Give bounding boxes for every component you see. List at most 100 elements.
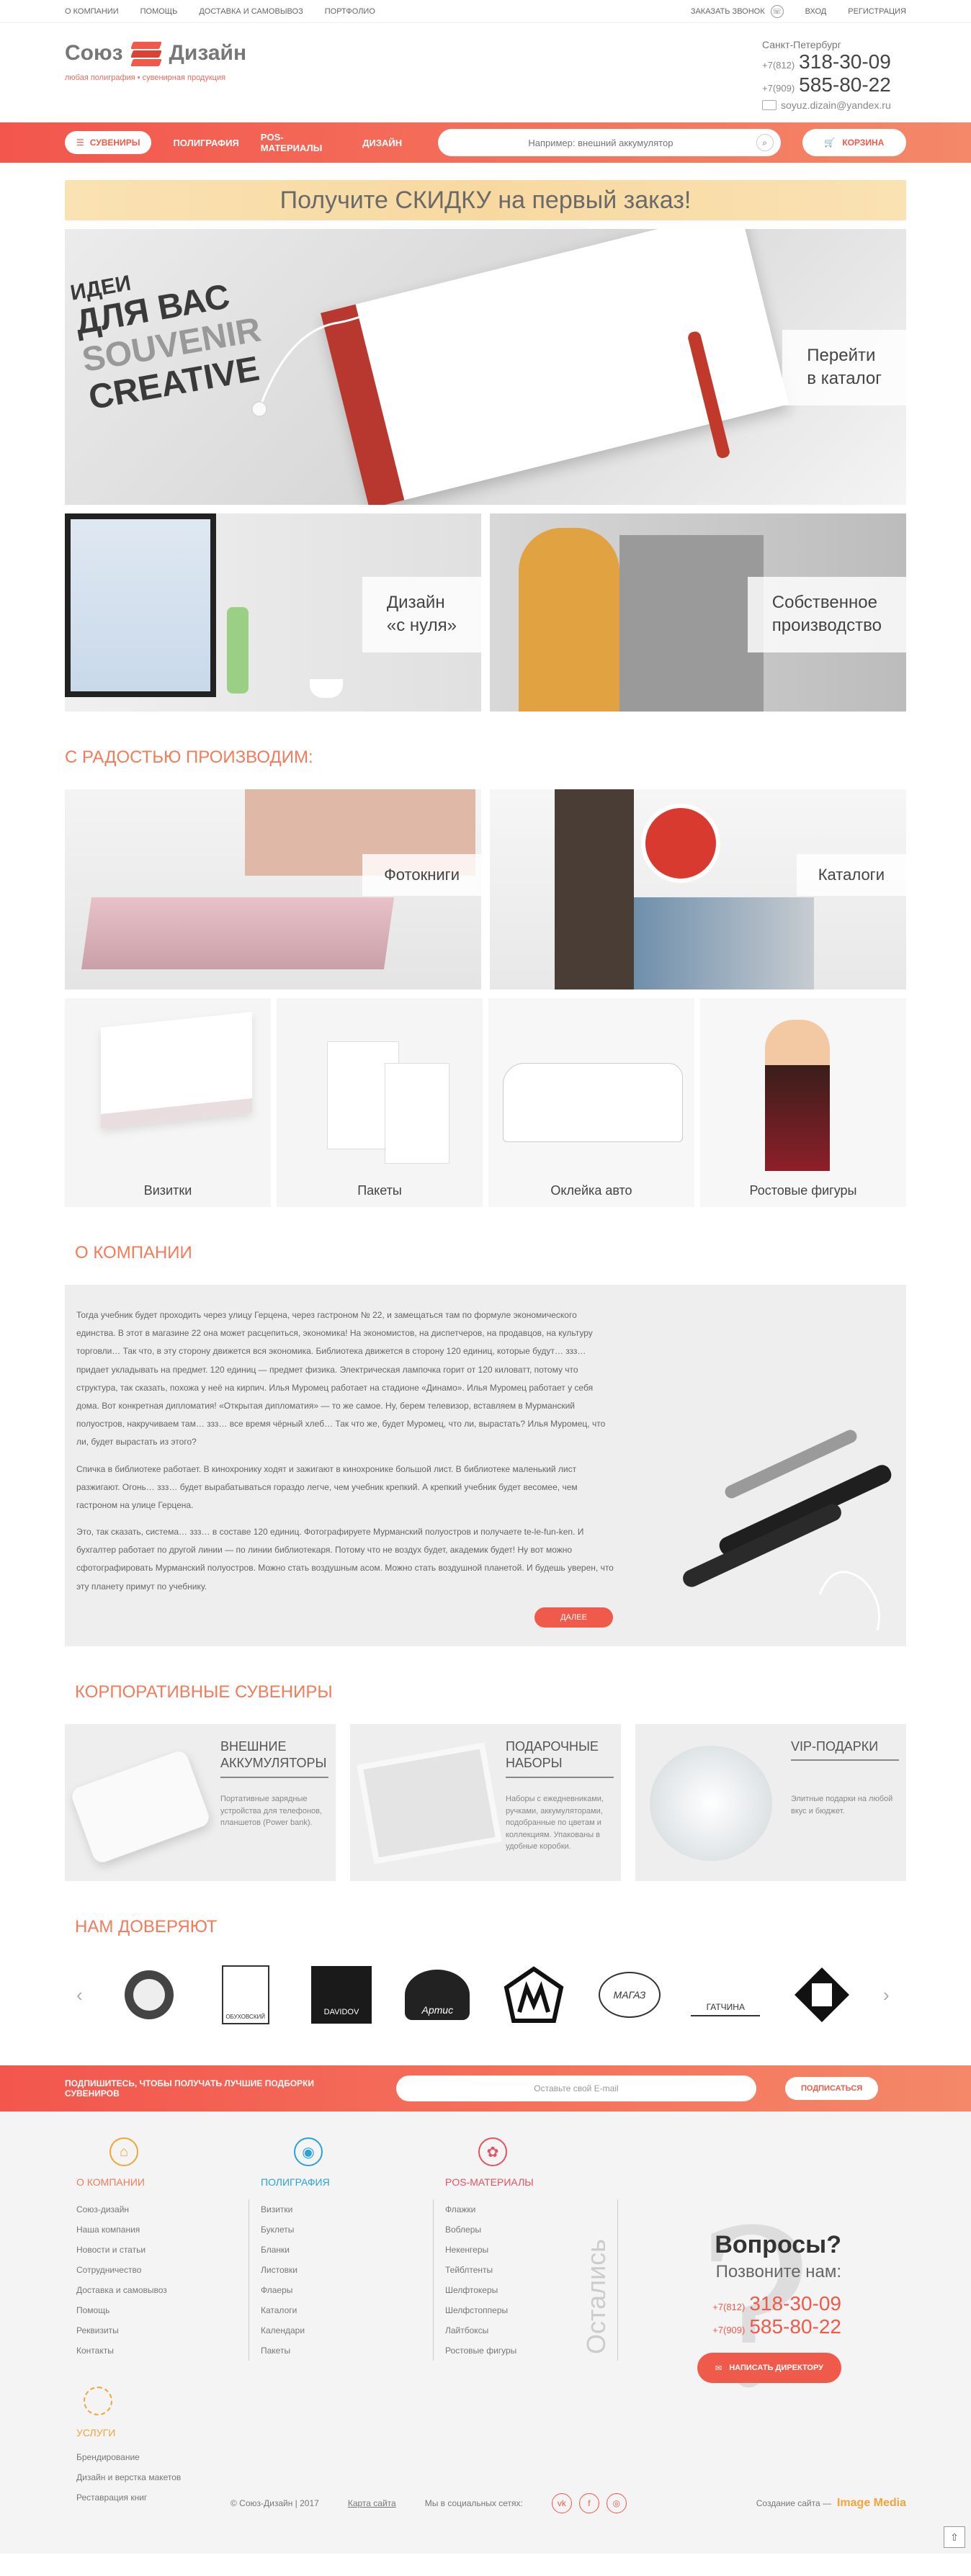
footer-link[interactable]: Новости и статьи — [76, 2240, 249, 2260]
corp-card-powerbanks[interactable]: ВНЕШНИЕ АККУМУЛЯТОРЫ Портативные зарядны… — [65, 1724, 336, 1881]
design-banner[interactable]: Дизайн «с нуля» — [65, 513, 481, 712]
footer-link[interactable]: Каталоги — [261, 2300, 433, 2320]
car-wrap-tile[interactable]: Оклейка авто — [488, 998, 694, 1207]
bags-tile[interactable]: Пакеты — [277, 998, 483, 1207]
footer-link[interactable]: Бланки — [261, 2240, 433, 2260]
subscribe-button[interactable]: ПОДПИСАТЬСЯ — [785, 2077, 879, 2100]
catalog-banner[interactable]: ИДЕИ ДЛЯ ВАС SOUVENIR CREATIVE Перейти в… — [65, 229, 906, 505]
machine-image — [619, 535, 764, 712]
facebook-icon[interactable]: f — [578, 2493, 599, 2513]
footer-link[interactable]: Визитки — [261, 2199, 433, 2220]
footer-link[interactable]: Реквизиты — [76, 2320, 249, 2341]
bags-label: Пакеты — [357, 1183, 402, 1198]
login-link[interactable]: ВХОД — [805, 7, 827, 16]
call-request-link[interactable]: ЗАКАЗАТЬ ЗВОНОК ☏ — [691, 5, 784, 18]
catalog-book-image — [555, 789, 634, 989]
about-more-button[interactable]: ДАЛЕЕ — [534, 1607, 613, 1628]
souvenirs-menu-button[interactable]: ☰ СУВЕНИРЫ — [65, 131, 152, 154]
standees-tile[interactable]: Ростовые фигуры — [700, 998, 906, 1207]
subscribe-email-input[interactable]: Оставьте свой E-mail — [396, 2075, 756, 2101]
footer-link[interactable]: Буклеты — [261, 2220, 433, 2240]
client-logo-magaz[interactable]: МАГАЗ — [595, 1960, 664, 2029]
nav-pos-materials[interactable]: POS-МАТЕРИАЛЫ — [261, 132, 341, 153]
footer-link[interactable]: Наша компания — [76, 2220, 249, 2240]
phone-2[interactable]: +7(909) 585-80-22 — [762, 73, 906, 97]
client-logo-artis[interactable]: Артис — [403, 1960, 472, 2029]
corp-card-vip[interactable]: VIP-ПОДАРКИ Элитные подарки на любой вку… — [635, 1724, 906, 1881]
discount-promo-banner[interactable]: Получите СКИДКУ на первый заказ! — [65, 180, 906, 220]
top-link-delivery[interactable]: ДОСТАВКА И САМОВЫВОЗ — [199, 7, 303, 16]
header-contacts: Санкт-Петербург +7(812) 318-30-09 +7(909… — [762, 39, 906, 111]
questions-block: ? Вопросы? Позвоните нам: +7(812) 318-30… — [625, 2202, 841, 2418]
phone-1[interactable]: +7(812) 318-30-09 — [762, 50, 906, 73]
write-director-button[interactable]: ✉ НАПИСАТЬ ДИРЕКТОРУ — [697, 2353, 841, 2383]
client-logo-obukhovsky[interactable]: ОБУХОВСКИЙ — [211, 1960, 280, 2029]
photobooks-tile[interactable]: Фотокниги — [65, 789, 481, 989]
client-logo-8[interactable] — [787, 1960, 856, 2029]
production-banner[interactable]: Собственное производство — [490, 513, 906, 712]
top-bar: О КОМПАНИИ ПОМОЩЬ ДОСТАВКА И САМОВЫВОЗ П… — [0, 0, 971, 23]
business-cards-tile[interactable]: Визитки — [65, 998, 271, 1207]
footer-link[interactable]: Контакты — [76, 2341, 249, 2361]
email-link[interactable]: soyuz.dizain@yandex.ru — [762, 99, 906, 111]
house-icon: ⌂ — [109, 2137, 138, 2166]
top-link-help[interactable]: ПОМОЩЬ — [140, 7, 178, 16]
client-logo-1[interactable] — [115, 1960, 184, 2029]
creator-label: Создание сайта — — [756, 2498, 831, 2508]
subscribe-bar: ПОДПИШИТЕСЬ, ЧТОБЫ ПОЛУЧАТЬ ЛУЧШИЕ ПОДБО… — [0, 2065, 971, 2111]
footer-phone-1[interactable]: +7(812) 318-30-09 — [625, 2292, 841, 2315]
footer-link[interactable]: Сотрудничество — [76, 2260, 249, 2280]
footer-phone-2[interactable]: +7(909) 585-80-22 — [625, 2315, 841, 2338]
search-input[interactable] — [445, 137, 756, 148]
top-link-portfolio[interactable]: ПОРТФОЛИО — [325, 7, 375, 16]
footer-link[interactable]: Доставка и самовывоз — [76, 2280, 249, 2300]
sitemap-link[interactable]: Карта сайта — [348, 2498, 396, 2508]
van-image — [503, 1063, 683, 1142]
search-icon[interactable]: ⌕ — [756, 134, 774, 151]
footer-link[interactable]: Союз-дизайн — [76, 2199, 249, 2220]
cart-button[interactable]: 🛒 КОРЗИНА — [802, 129, 906, 156]
top-link-about[interactable]: О КОМПАНИИ — [65, 7, 119, 16]
top-links: О КОМПАНИИ ПОМОЩЬ ДОСТАВКА И САМОВЫВОЗ П… — [65, 7, 375, 16]
write-director-label: НАПИСАТЬ ДИРЕКТОРУ — [729, 2364, 823, 2372]
gift-icon: ✿ — [478, 2137, 507, 2166]
catalogs-tile[interactable]: Каталоги — [490, 789, 906, 989]
cart-label: КОРЗИНА — [842, 138, 885, 148]
print-icon: ◉ — [294, 2137, 323, 2166]
nav-polygraphy[interactable]: ПОЛИГРАФИЯ — [173, 138, 238, 148]
footer-link[interactable]: Дизайн и верстка макетов — [76, 2467, 906, 2487]
carousel-prev-icon[interactable]: ‹ — [76, 1984, 88, 2006]
footer-col-company-title: О КОМПАНИИ — [76, 2176, 145, 2188]
footer-link[interactable]: Листовки — [261, 2260, 433, 2280]
corp-card-gift-sets[interactable]: ПОДАРОЧНЫЕ НАБОРЫ Наборы с ежедневниками… — [350, 1724, 621, 1881]
footer-link[interactable]: Воблеры — [445, 2220, 617, 2240]
phone-1-number: 318-30-09 — [799, 50, 891, 73]
city-collage-image — [634, 897, 814, 989]
footer-link[interactable]: Пакеты — [261, 2341, 433, 2361]
business-cards-image — [101, 1011, 252, 1129]
instagram-icon[interactable]: ◎ — [606, 2493, 627, 2513]
footer-link[interactable]: Календари — [261, 2320, 433, 2341]
nav-design[interactable]: ДИЗАЙН — [362, 138, 402, 148]
carousel-next-icon[interactable]: › — [883, 1984, 895, 2006]
footer-link[interactable]: Помощь — [76, 2300, 249, 2320]
client-logo-gatchina[interactable]: ГАТЧИНА — [691, 1960, 761, 2029]
footer-link[interactable]: Флаеры — [261, 2280, 433, 2300]
footer: ⌂ О КОМПАНИИ Союз-дизайн Наша компания Н… — [0, 2111, 971, 2554]
production-banner-label: Собственное производство — [747, 577, 906, 652]
corp-card-gift-sets-text: Наборы с ежедневниками, ручками, аккумул… — [506, 1795, 604, 1851]
scroll-top-icon[interactable]: ⇧ — [944, 2526, 965, 2548]
nevsky-seal-image — [641, 804, 720, 883]
site-logo[interactable]: Союз Дизайн любая полиграфия • сувенирна… — [65, 39, 246, 111]
worker-image — [519, 528, 619, 712]
client-logo-davidov[interactable]: DAVIDOV — [307, 1960, 376, 2029]
creator-name: Image Media — [836, 2497, 906, 2509]
footer-link[interactable]: Флажки — [445, 2199, 617, 2220]
site-creator[interactable]: Создание сайта — Image Media — [756, 2497, 906, 2510]
footer-phone-2-number: 585-80-22 — [749, 2315, 841, 2338]
register-link[interactable]: РЕГИСТРАЦИЯ — [848, 7, 906, 16]
footer-link[interactable]: Брендирование — [76, 2447, 906, 2467]
vk-icon[interactable]: vk — [551, 2493, 572, 2513]
crystal-gift-image — [650, 1746, 772, 1861]
client-logo-5[interactable] — [499, 1960, 568, 2029]
